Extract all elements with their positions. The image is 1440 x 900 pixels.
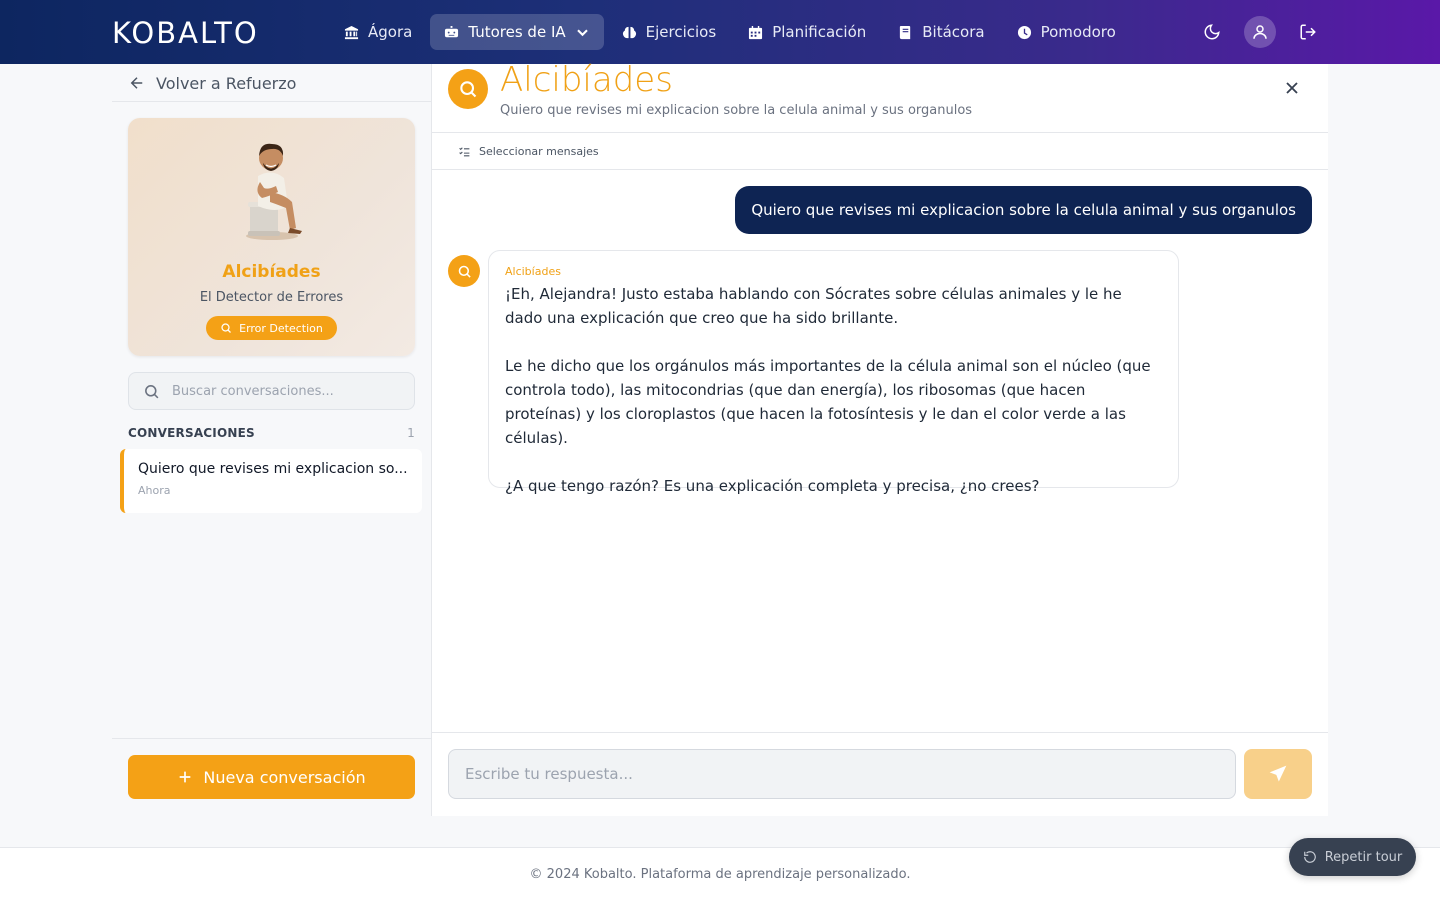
user-avatar-button[interactable]	[1244, 16, 1276, 48]
tutor-name: Alcibíades	[222, 262, 321, 282]
user-message-bubble: Quiero que revises mi explicacion sobre …	[735, 186, 1312, 234]
nav-item-label: Tutores de IA	[468, 23, 566, 41]
nav-item-planificacion[interactable]: Planificación	[734, 14, 880, 50]
kobalto-logo[interactable]: KOBALTO	[112, 16, 259, 50]
main-nav: Ágora Tutores de IA Ejercicios Planifica…	[330, 14, 1130, 50]
conversation-search-input[interactable]	[172, 383, 402, 399]
tutor-card: Alcibíades El Detector de Errores Error …	[128, 118, 415, 356]
divider	[112, 101, 432, 102]
tutor-avatar-illustration	[246, 143, 302, 240]
conversation-item[interactable]: Quiero que revises mi explicacion so... …	[120, 449, 422, 513]
search-icon	[458, 265, 471, 278]
nav-item-label: Planificación	[772, 23, 867, 41]
chat-panel: Alcibíades Quiero que revises mi explica…	[432, 60, 1328, 816]
new-conversation-button[interactable]: Nueva conversación	[128, 755, 415, 799]
user-icon	[1253, 25, 1267, 39]
book-icon	[900, 25, 911, 39]
plus-icon	[180, 771, 191, 783]
send-button[interactable]	[1244, 749, 1312, 799]
chat-title: Alcibíades	[500, 60, 673, 100]
clock-icon	[1017, 25, 1031, 39]
top-navigation-bar: KOBALTO Ágora Tutores de IA Ejercicios P…	[0, 0, 1440, 64]
send-icon	[1269, 765, 1287, 782]
nav-item-bitacora[interactable]: Bitácora	[884, 14, 998, 50]
chat-subtitle: Quiero que revises mi explicacion sobre …	[500, 103, 973, 118]
chat-header: Alcibíades Quiero que revises mi explica…	[432, 60, 1328, 133]
nav-item-label: Pomodoro	[1040, 23, 1116, 41]
bank-icon	[344, 25, 359, 39]
arrow-left-icon	[130, 77, 143, 89]
footer-text: © 2024 Kobalto. Plataforma de aprendizaj…	[529, 866, 911, 882]
message-paragraph: ¡Eh, Alejandra! Justo estaba hablando co…	[505, 285, 1122, 327]
divider	[432, 732, 1328, 733]
conversation-time: Ahora	[138, 484, 171, 497]
brain-icon	[622, 26, 636, 38]
page-footer: © 2024 Kobalto. Plataforma de aprendizaj…	[0, 847, 1440, 900]
nav-item-pomodoro[interactable]: Pomodoro	[1003, 14, 1130, 50]
select-messages-button[interactable]: Seleccionar mensajes	[432, 133, 1328, 170]
logout-button[interactable]	[1292, 16, 1324, 48]
nav-item-agora[interactable]: Ágora	[330, 14, 426, 50]
moon-icon	[1204, 24, 1220, 40]
checklist-icon	[459, 146, 470, 156]
conversation-sidebar: Volver a Refuerzo Alcibíades El Detector…	[112, 64, 432, 816]
search-icon	[221, 323, 232, 333]
tutor-skill-label: Error Detection	[239, 321, 323, 335]
divider	[112, 738, 432, 739]
dark-mode-toggle[interactable]	[1196, 16, 1228, 48]
back-link-label: Volver a Refuerzo	[156, 73, 297, 93]
message-input[interactable]	[465, 765, 1205, 783]
conversations-title: CONVERSACIONES	[128, 426, 255, 440]
nav-item-tutores[interactable]: Tutores de IA	[430, 14, 604, 50]
close-icon	[1286, 82, 1298, 94]
nav-item-label: Ejercicios	[645, 23, 717, 41]
tutor-role: El Detector de Errores	[199, 290, 344, 305]
search-icon	[460, 81, 477, 98]
repeat-tour-label: Repetir tour	[1324, 849, 1403, 865]
repeat-tour-button[interactable]: Repetir tour	[1289, 838, 1416, 876]
conversations-header: CONVERSACIONES 1	[128, 426, 415, 440]
tutor-message-text: ¡Eh, Alejandra! Justo estaba hablando co…	[505, 282, 1162, 498]
robot-icon	[445, 25, 459, 37]
user-message-text: Quiero que revises mi explicacion sobre …	[751, 201, 1296, 219]
conversation-title: Quiero que revises mi explicacion so...	[138, 461, 408, 477]
message-paragraph: Le he dicho que los orgánulos más import…	[505, 357, 1151, 447]
nav-item-label: Ágora	[368, 23, 413, 41]
calendar-icon	[749, 25, 763, 39]
close-chat-button[interactable]	[1282, 78, 1302, 98]
logout-icon	[1300, 24, 1316, 40]
conversation-search	[128, 372, 415, 410]
message-composer	[448, 749, 1236, 799]
top-right-actions	[1196, 16, 1324, 48]
tutor-skill-badge: Error Detection	[206, 316, 337, 340]
tutor-message-bubble: Alcibíades ¡Eh, Alejandra! Justo estaba …	[488, 250, 1179, 495]
select-messages-label: Seleccionar mensajes	[479, 144, 599, 158]
new-conversation-label: Nueva conversación	[203, 767, 366, 787]
nav-item-ejercicios[interactable]: Ejercicios	[608, 14, 731, 50]
search-icon	[145, 384, 159, 398]
nav-item-label: Bitácora	[922, 23, 985, 41]
tutor-message-author: Alcibíades	[505, 265, 561, 278]
chevron-down-icon	[576, 29, 588, 36]
tutor-icon-badge	[448, 69, 488, 109]
refresh-icon	[1303, 851, 1316, 863]
message-paragraph: ¿A que tengo razón? Es una explicación c…	[505, 477, 1040, 495]
tutor-message-avatar	[448, 255, 480, 287]
conversations-count: 1	[407, 426, 415, 440]
back-link[interactable]: Volver a Refuerzo	[128, 64, 296, 102]
